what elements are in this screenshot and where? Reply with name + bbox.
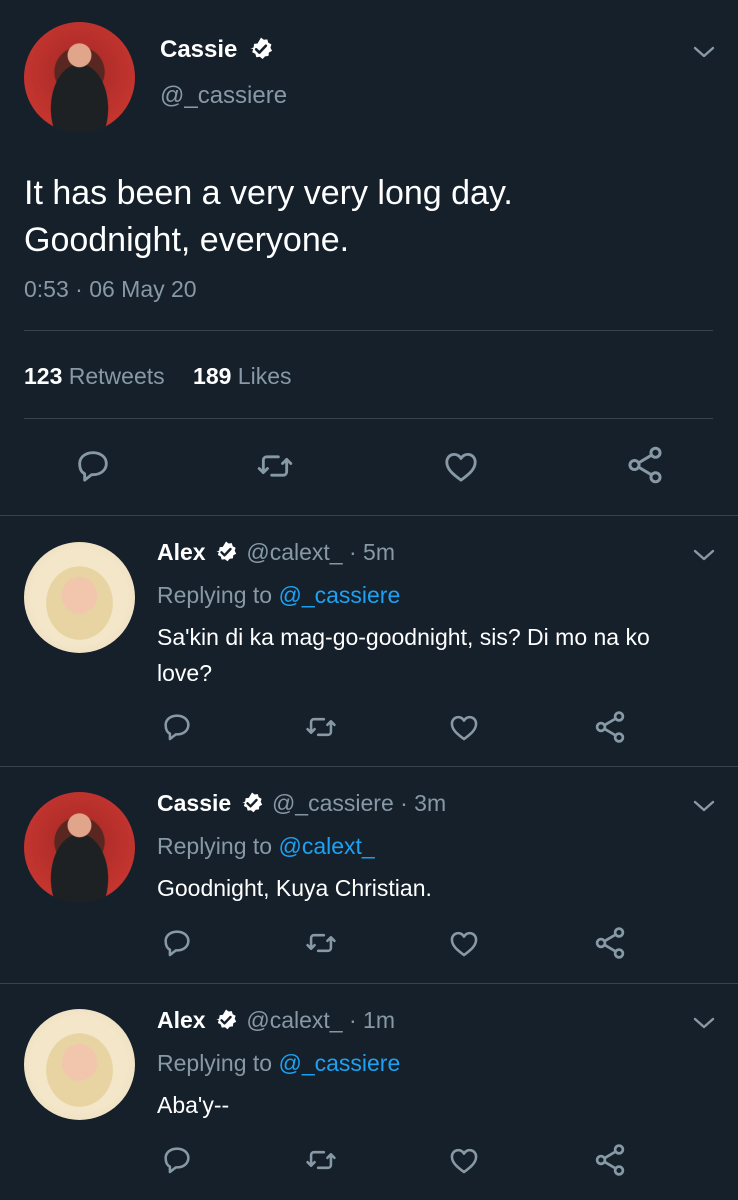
verified-badge-icon xyxy=(216,541,237,562)
avatar[interactable] xyxy=(24,542,135,653)
tweet-timestamp[interactable]: 0:53 · 06 May 20 xyxy=(24,276,197,303)
replying-to: Replying to @_cassiere xyxy=(157,1050,400,1077)
tweet-text-line: It has been a very very long day. xyxy=(24,174,513,212)
like-stat[interactable]: 189 Likes xyxy=(193,363,291,389)
share-icon[interactable] xyxy=(592,1142,628,1178)
like-icon[interactable] xyxy=(446,710,482,744)
divider xyxy=(0,983,738,984)
chevron-down-icon[interactable] xyxy=(692,42,716,62)
reply-icon[interactable] xyxy=(160,710,194,744)
verified-badge-icon xyxy=(241,792,262,813)
retweet-stat[interactable]: 123 Retweets xyxy=(24,363,171,389)
replying-to-handle[interactable]: @calext_ xyxy=(278,833,374,859)
retweet-icon[interactable] xyxy=(303,710,339,744)
reply-header: Cassie @_cassiere · 3m xyxy=(157,790,446,817)
like-icon[interactable] xyxy=(440,446,482,486)
author-meta[interactable]: @calext_ · 1m xyxy=(246,1007,395,1033)
replying-to: Replying to @_cassiere xyxy=(157,582,400,609)
divider xyxy=(0,515,738,516)
avatar[interactable] xyxy=(24,22,135,133)
reply-text-line: love? xyxy=(157,660,212,686)
avatar[interactable] xyxy=(24,1009,135,1120)
author-name[interactable]: Cassie xyxy=(157,790,231,816)
tweet-text-line: Goodnight, everyone. xyxy=(24,221,350,259)
retweet-count: 123 xyxy=(24,363,63,389)
verified-badge-icon xyxy=(250,37,273,59)
reply-text-line: Goodnight, Kuya Christian. xyxy=(157,875,432,901)
share-icon[interactable] xyxy=(624,444,666,486)
reply-header: Alex @calext_ · 1m xyxy=(157,1007,395,1034)
replying-to-handle[interactable]: @_cassiere xyxy=(278,1050,400,1076)
reply-text-line: Aba'y-- xyxy=(157,1092,230,1118)
retweet-icon[interactable] xyxy=(303,1143,339,1177)
avatar[interactable] xyxy=(24,792,135,903)
reply-text: Sa'kin di ka mag-go-goodnight, sis? Di m… xyxy=(157,619,650,691)
reply-icon[interactable] xyxy=(73,446,113,486)
author-name[interactable]: Alex xyxy=(157,1007,206,1033)
share-icon[interactable] xyxy=(592,709,628,745)
author-line: Cassie xyxy=(160,36,274,64)
reply-icon[interactable] xyxy=(160,1143,194,1177)
tweet-stats: 123 Retweets 189 Likes xyxy=(24,363,292,390)
chevron-down-icon[interactable] xyxy=(692,545,716,565)
author-name[interactable]: Cassie xyxy=(160,36,237,63)
chevron-down-icon[interactable] xyxy=(692,796,716,816)
divider xyxy=(0,766,738,767)
author-name[interactable]: Alex xyxy=(157,539,206,565)
divider xyxy=(24,418,713,419)
like-count: 189 xyxy=(193,363,232,389)
verified-badge-icon xyxy=(216,1009,237,1030)
like-icon[interactable] xyxy=(446,1143,482,1177)
retweet-icon[interactable] xyxy=(303,926,339,960)
retweet-icon[interactable] xyxy=(254,446,296,486)
reply-icon[interactable] xyxy=(160,926,194,960)
author-handle[interactable]: @_cassiere xyxy=(160,82,287,110)
replying-to-label: Replying to xyxy=(157,582,273,608)
replying-to-label: Replying to xyxy=(157,833,273,859)
reply-text: Aba'y-- xyxy=(157,1087,229,1123)
share-icon[interactable] xyxy=(592,925,628,961)
author-meta[interactable]: @calext_ · 5m xyxy=(246,539,395,565)
like-icon[interactable] xyxy=(446,926,482,960)
retweet-label: Retweets xyxy=(68,363,165,389)
reply-text: Goodnight, Kuya Christian. xyxy=(157,870,432,906)
reply-text-line: Sa'kin di ka mag-go-goodnight, sis? Di m… xyxy=(157,624,650,650)
author-meta[interactable]: @_cassiere · 3m xyxy=(272,790,446,816)
tweet-text: It has been a very very long day. Goodni… xyxy=(24,170,513,264)
chevron-down-icon[interactable] xyxy=(692,1013,716,1033)
replying-to-label: Replying to xyxy=(157,1050,273,1076)
replying-to-handle[interactable]: @_cassiere xyxy=(278,582,400,608)
like-label: Likes xyxy=(237,363,292,389)
divider xyxy=(24,330,713,331)
reply-header: Alex @calext_ · 5m xyxy=(157,539,395,566)
replying-to: Replying to @calext_ xyxy=(157,833,375,860)
